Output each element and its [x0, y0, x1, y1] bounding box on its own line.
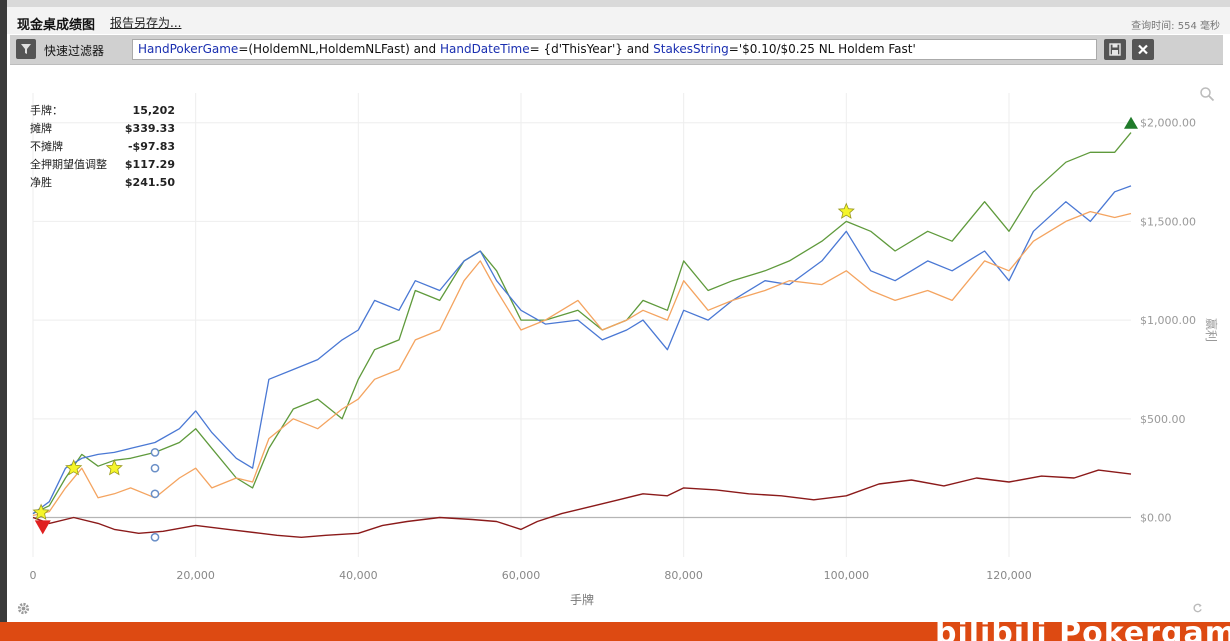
filter-expression-text: ='$0.10/$0.25 NL Holdem Fast' [728, 42, 916, 56]
filter-field-name: StakesString [653, 42, 729, 56]
bottom-brand-strip: bilibili Pokergame [0, 622, 1230, 641]
quick-filter-bar: 快速过滤器 HandPokerGame=(HoldemNL,HoldemNLFa… [10, 35, 1223, 65]
session-circle-marker [150, 532, 160, 542]
x-tick-label: 20,000 [176, 569, 215, 582]
series-line-blue [32, 185, 1132, 515]
stat-label: 摊牌 [30, 122, 52, 135]
session-circle-marker [150, 448, 160, 457]
series-line-red [32, 469, 1132, 538]
clear-filter-button[interactable] [1132, 39, 1154, 60]
gear-icon[interactable] [16, 601, 31, 616]
y-tick-label: $1,000.00 [1140, 314, 1196, 327]
filter-expression-text: =(HoldemNL,HoldemNLFast) and [238, 42, 440, 56]
y-tick-label: $1,500.00 [1140, 215, 1196, 228]
stat-value: -$97.83 [127, 140, 175, 153]
session-circle-marker [150, 489, 160, 499]
stat-row: 摊牌 $339.33 [30, 120, 175, 138]
left-edge-strip [0, 0, 7, 641]
x-tick-label: 80,000 [664, 569, 703, 582]
x-axis-label: 手牌 [570, 593, 594, 607]
low-triangle-marker [34, 520, 51, 535]
close-icon [1138, 44, 1148, 55]
filter-expression-input[interactable]: HandPokerGame=(HoldemNL,HoldemNLFast) an… [132, 39, 1097, 60]
stat-value: $241.50 [124, 176, 175, 189]
x-tick-label: 100,000 [824, 569, 870, 582]
stat-row: 不摊牌 -$97.83 [30, 138, 175, 156]
y-axis-label: 赢利 [1204, 318, 1219, 342]
top-border [7, 0, 1230, 7]
stat-label: 不摊牌 [30, 140, 63, 153]
x-tick-label: 40,000 [339, 569, 378, 582]
stat-value: 15,202 [132, 104, 175, 117]
stat-label: 净胜 [30, 176, 52, 189]
bilibili-watermark-logo: bilibili Pokergame [935, 622, 1230, 641]
save-filter-button[interactable] [1104, 39, 1126, 60]
filter-field-name: HandDateTime [439, 42, 530, 56]
x-tick-label: 120,000 [986, 569, 1032, 582]
report-title: 现金桌成绩图 [17, 18, 96, 33]
save-report-as-link[interactable]: 报告另存为... [110, 14, 181, 31]
quick-filter-label: 快速过滤器 [44, 44, 105, 58]
stat-label: 全押期望值调整 [30, 158, 107, 171]
stat-value: $339.33 [124, 122, 175, 135]
y-tick-label: $2,000.00 [1140, 117, 1196, 130]
y-tick-label: $500.00 [1140, 413, 1186, 426]
stat-row: 净胜 $241.50 [30, 174, 175, 192]
stat-label: 手牌： [30, 104, 63, 117]
stat-value: $117.29 [124, 158, 175, 171]
title-bar: 现金桌成绩图 报告另存为... 查询时间: 554 毫秒 [7, 7, 1230, 34]
series-line-orange [32, 210, 1132, 517]
x-tick-label: 0 [30, 569, 37, 582]
zoom-magnifier-icon[interactable] [1199, 86, 1215, 102]
filter-funnel-icon[interactable] [16, 39, 36, 59]
refresh-icon[interactable] [1192, 603, 1203, 614]
query-time-label: 查询时间: 554 毫秒 [1131, 21, 1220, 32]
save-icon [1109, 43, 1121, 56]
x-tick-label: 60,000 [502, 569, 541, 582]
filter-field-name: HandPokerGame [138, 42, 239, 56]
filter-expression-text: = {d'ThisYear'} and [529, 42, 654, 56]
stat-row: 手牌： 15,202 [30, 102, 175, 120]
summary-stats-table: 手牌： 15,202 摊牌 $339.33 不摊牌 -$97.83 全押期望值调整 $117.… [30, 102, 175, 192]
session-circle-marker [150, 463, 160, 473]
y-tick-label: $0.00 [1140, 512, 1172, 525]
stat-row: 全押期望值调整 $117.29 [30, 156, 175, 174]
results-line-chart: 0 20,000 40,000 60,000 80,000 100,000 120,000 $… [30, 93, 1219, 607]
